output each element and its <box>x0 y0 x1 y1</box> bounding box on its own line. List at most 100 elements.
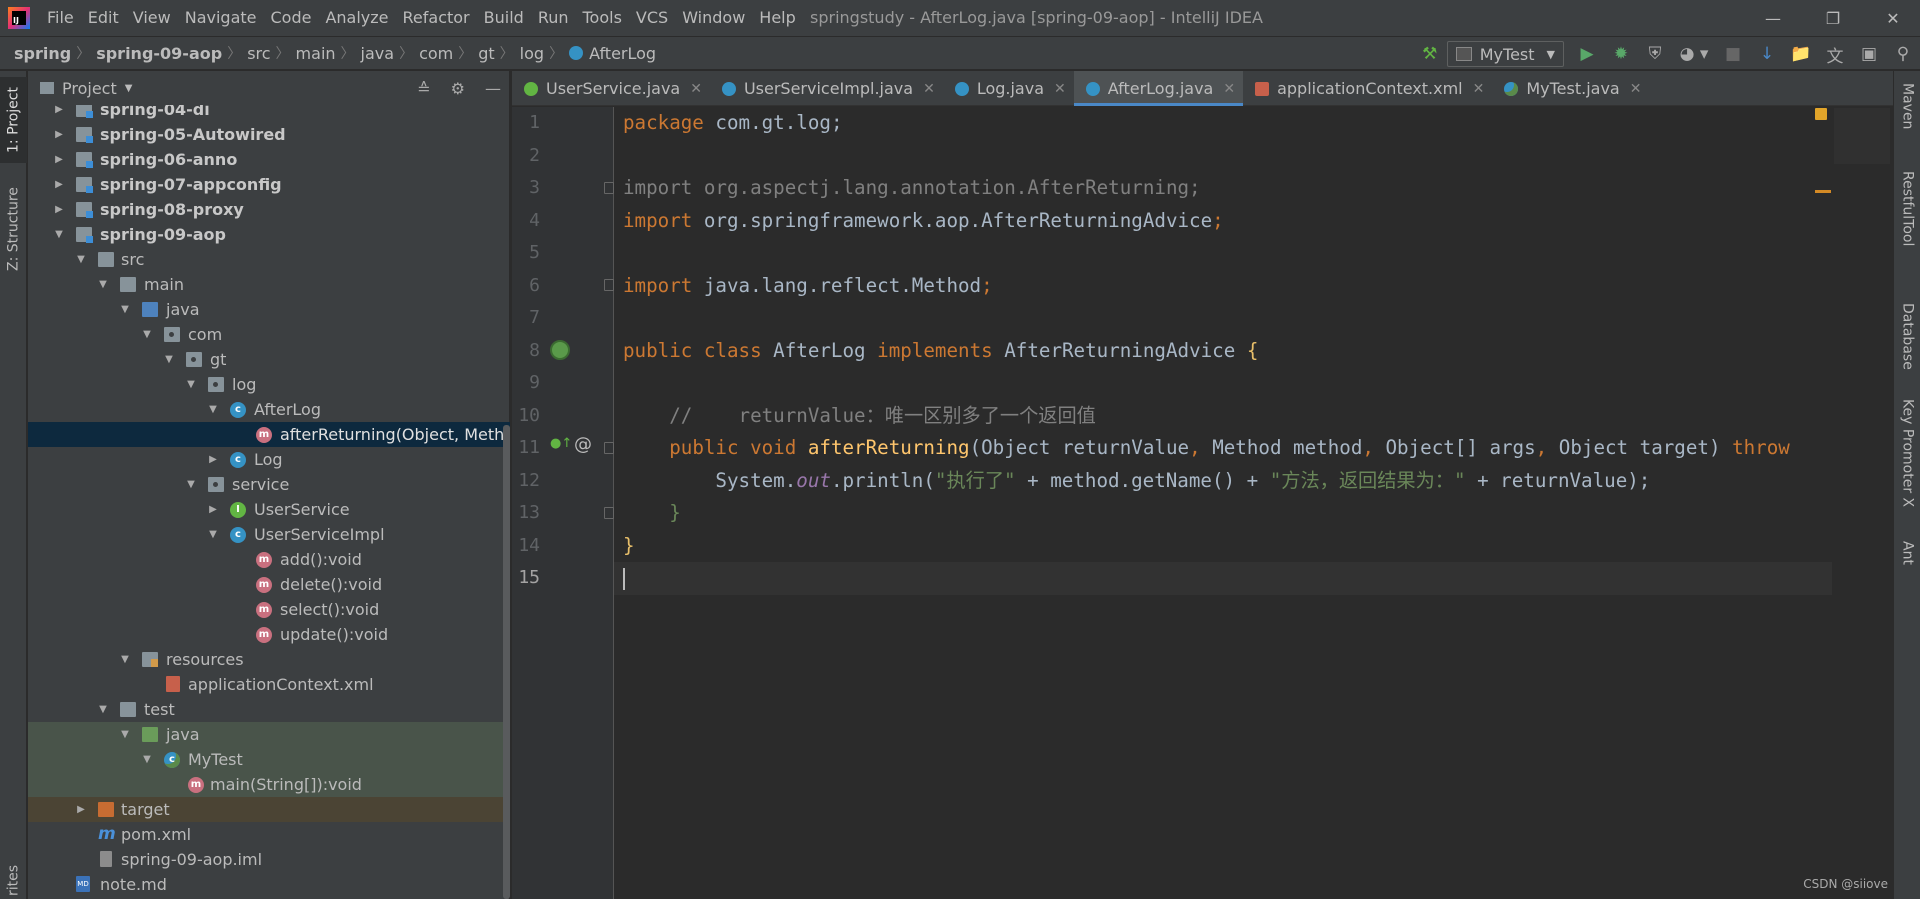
editor-gutter[interactable]: 1 2 3 4 5 6 7 8 9 10 11 12 13 14 15 <box>512 107 614 899</box>
tree-row[interactable]: ▼ resources <box>28 647 510 672</box>
tree-row[interactable]: ▶ target <box>28 797 510 822</box>
expand-arrow-icon[interactable]: ▶ <box>206 447 220 472</box>
menu-code[interactable]: Code <box>264 0 319 36</box>
tree-row[interactable]: spring-09-aop.iml <box>28 847 510 872</box>
expand-arrow-icon[interactable]: ▶ <box>52 197 66 222</box>
tree-row[interactable]: ▼ spring-09-aop <box>28 222 510 247</box>
annotation-at-icon[interactable]: @ <box>574 434 592 455</box>
menu-edit[interactable]: Edit <box>81 0 126 36</box>
fold-marker-icon[interactable] <box>604 279 614 291</box>
tab-userservice[interactable]: UserService.java ✕ <box>512 71 710 106</box>
vcs-update-icon[interactable]: ↓ <box>1750 37 1784 71</box>
tree-row[interactable]: m select():void <box>28 597 510 622</box>
collapse-arrow-icon[interactable]: ▼ <box>140 747 154 772</box>
tree-row[interactable]: ▶ spring-07-appconfig <box>28 172 510 197</box>
breadcrumb-module[interactable]: spring-09-aop <box>96 44 222 63</box>
tree-row[interactable]: ▼ main <box>28 272 510 297</box>
project-view-select[interactable]: Project <box>62 79 117 98</box>
error-stripe-mark[interactable] <box>1815 190 1831 193</box>
breadcrumb-gt[interactable]: gt <box>478 44 494 63</box>
expand-arrow-icon[interactable]: ▶ <box>206 497 220 522</box>
tool-tab-restfultool[interactable]: RestfulTool <box>1894 171 1920 291</box>
tree-row[interactable]: ▼ java <box>28 722 510 747</box>
chevron-down-icon[interactable]: ▼ <box>125 83 133 94</box>
debug-icon[interactable]: ✹ <box>1604 37 1638 71</box>
tree-scrollbar[interactable] <box>503 425 510 899</box>
menu-analyze[interactable]: Analyze <box>318 0 395 36</box>
collapse-arrow-icon[interactable]: ▼ <box>52 222 66 247</box>
tree-row[interactable]: ▼ gt <box>28 347 510 372</box>
tool-tab-favorites[interactable]: rites <box>0 861 27 899</box>
breadcrumb-spring[interactable]: spring <box>14 44 71 63</box>
spring-bean-icon[interactable] <box>550 340 570 360</box>
tree-row[interactable]: ▼ log <box>28 372 510 397</box>
expand-arrow-icon[interactable]: ▶ <box>52 122 66 147</box>
tree-row[interactable]: ▶ I UserService <box>28 497 510 522</box>
breadcrumb-main[interactable]: main <box>296 44 336 63</box>
menu-file[interactable]: File <box>40 0 81 36</box>
tab-applicationcontext[interactable]: applicationContext.xml ✕ <box>1243 71 1492 106</box>
implements-method-icon[interactable]: ●↑ <box>550 436 572 451</box>
expand-arrow-icon[interactable]: ▶ <box>74 797 88 822</box>
tree-row[interactable]: ▼ c MyTest <box>28 747 510 772</box>
tree-row[interactable]: ▼ c AfterLog <box>28 397 510 422</box>
project-structure-icon[interactable]: 📁 <box>1784 37 1818 71</box>
tree-row[interactable]: ▶ c Log <box>28 447 510 472</box>
menu-navigate[interactable]: Navigate <box>178 0 264 36</box>
fold-marker-icon[interactable] <box>604 507 614 519</box>
tree-row[interactable]: ▶ spring-06-anno <box>28 147 510 172</box>
breadcrumb-afterlog[interactable]: AfterLog <box>589 44 656 63</box>
collapse-arrow-icon[interactable]: ▼ <box>74 247 88 272</box>
fold-marker-icon[interactable] <box>604 182 614 194</box>
tab-mytest[interactable]: MyTest.java ✕ <box>1492 71 1649 106</box>
close-icon[interactable]: ✕ <box>1473 81 1485 97</box>
menu-window[interactable]: Window <box>675 0 752 36</box>
fold-marker-icon[interactable] <box>604 442 614 454</box>
translate-icon[interactable]: 文 <box>1818 37 1852 71</box>
breadcrumb-src[interactable]: src <box>247 44 270 63</box>
tree-row[interactable]: m add():void <box>28 547 510 572</box>
coverage-icon[interactable]: ⛨ <box>1638 37 1672 71</box>
menu-refactor[interactable]: Refactor <box>396 0 477 36</box>
collapse-arrow-icon[interactable]: ▼ <box>118 722 132 747</box>
close-icon[interactable]: ✕ <box>1630 81 1642 97</box>
tree-row[interactable]: m update():void <box>28 622 510 647</box>
expand-arrow-icon[interactable]: ▶ <box>52 147 66 172</box>
tree-row[interactable]: m delete():void <box>28 572 510 597</box>
hide-icon[interactable]: — <box>485 79 501 98</box>
tool-tab-maven[interactable]: Maven <box>1894 83 1920 153</box>
menu-help[interactable]: Help <box>752 0 802 36</box>
tool-tab-key-promoter[interactable]: Key Promoter X <box>1894 399 1920 529</box>
tree-row[interactable]: ▼ service <box>28 472 510 497</box>
close-icon[interactable]: ✕ <box>1870 0 1916 36</box>
code-minimap[interactable] <box>1834 108 1890 164</box>
restore-icon[interactable]: ❐ <box>1810 0 1856 36</box>
tool-tab-project[interactable]: 1: Project <box>0 77 27 163</box>
tree-row[interactable]: ▶ spring-05-Autowired <box>28 122 510 147</box>
collapse-arrow-icon[interactable]: ▼ <box>96 697 110 722</box>
menu-tools[interactable]: Tools <box>576 0 629 36</box>
collapse-arrow-icon[interactable]: ▼ <box>184 472 198 497</box>
tree-row[interactable]: ▼ java <box>28 297 510 322</box>
collapse-all-icon[interactable]: ≙ <box>417 79 430 98</box>
tree-row[interactable]: ▶ spring-08-proxy <box>28 197 510 222</box>
tree-row[interactable]: ▼ com <box>28 322 510 347</box>
tool-tab-ant[interactable]: Ant <box>1894 541 1920 596</box>
collapse-arrow-icon[interactable]: ▼ <box>162 347 176 372</box>
expand-arrow-icon[interactable]: ▶ <box>52 172 66 197</box>
run-icon[interactable]: ▶ <box>1570 37 1604 71</box>
close-icon[interactable]: ✕ <box>1223 81 1235 97</box>
editor-scrollbar[interactable] <box>1832 107 1893 899</box>
menu-view[interactable]: View <box>126 0 178 36</box>
tree-row[interactable]: ▶ spring-04-di <box>28 105 510 122</box>
tree-row[interactable]: ▼ test <box>28 697 510 722</box>
tree-row[interactable]: MD note.md <box>28 872 510 897</box>
search-icon[interactable]: ⚲ <box>1886 37 1920 71</box>
tree-row[interactable]: m main(String[]):void <box>28 772 510 797</box>
menu-build[interactable]: Build <box>477 0 531 36</box>
collapse-arrow-icon[interactable]: ▼ <box>184 372 198 397</box>
collapse-arrow-icon[interactable]: ▼ <box>118 297 132 322</box>
tree-row[interactable]: m pom.xml <box>28 822 510 847</box>
collapse-arrow-icon[interactable]: ▼ <box>118 647 132 672</box>
minimize-icon[interactable]: — <box>1750 0 1796 36</box>
